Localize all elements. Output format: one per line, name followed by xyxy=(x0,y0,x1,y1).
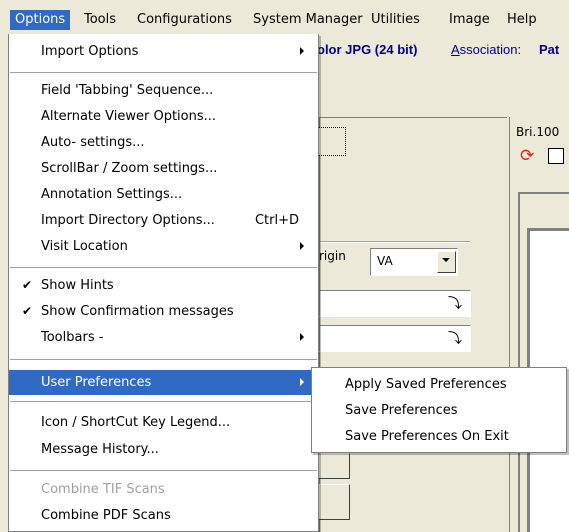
menu-item-combine-tif-scans: Combine TIF Scans xyxy=(9,477,318,502)
menu-item-message-history[interactable]: Message History... xyxy=(9,437,318,462)
panel-button[interactable] xyxy=(318,127,346,156)
submenu-item-apply-saved-preferences[interactable]: Apply Saved Preferences xyxy=(312,372,566,398)
menu-item-show-hints[interactable]: ✔ Show Hints xyxy=(9,273,318,298)
menu-item-show-confirmation-messages[interactable]: ✔ Show Confirmation messages xyxy=(9,299,318,324)
user-preferences-submenu: Apply Saved Preferences Save Preferences… xyxy=(311,367,567,453)
menu-item-label: Field 'Tabbing' Sequence... xyxy=(41,83,214,98)
origin-dropdown-button[interactable] xyxy=(437,251,456,273)
menu-item-label: ScrollBar / Zoom settings... xyxy=(41,161,218,176)
image-type-label: olor JPG (24 bit) xyxy=(317,42,418,57)
submenu-arrow-icon xyxy=(300,47,304,55)
field-2-icon[interactable]: ⤵ xyxy=(448,328,462,348)
menu-item-toolbars[interactable]: Toolbars - xyxy=(9,325,318,350)
menu-item-label: Icon / ShortCut Key Legend... xyxy=(41,415,231,430)
menu-separator xyxy=(10,470,317,471)
menu-item-label: User Preferences xyxy=(41,375,152,390)
submenu-item-save-preferences-on-exit[interactable]: Save Preferences On Exit xyxy=(312,424,566,450)
menu-item-annotation-settings[interactable]: Annotation Settings... xyxy=(9,182,318,207)
menu-help[interactable]: Help xyxy=(502,10,542,30)
options-menu: Import Options Field 'Tabbing' Sequence.… xyxy=(8,34,319,532)
menu-item-label: Auto- settings... xyxy=(41,135,145,150)
submenu-arrow-icon xyxy=(300,378,304,386)
menu-item-label: Show Hints xyxy=(41,278,114,293)
origin-label: rigin xyxy=(319,249,346,263)
menu-separator xyxy=(10,72,317,73)
submenu-arrow-icon xyxy=(300,242,304,250)
field-1-icon[interactable]: ⤵ xyxy=(448,293,462,313)
menu-item-label: Toolbars - xyxy=(41,330,104,345)
menu-image[interactable]: Image xyxy=(444,10,495,30)
menu-configurations[interactable]: Configurations xyxy=(132,10,237,30)
menu-utilities[interactable]: Utilities xyxy=(366,10,425,30)
menu-separator xyxy=(10,401,317,402)
panel-button-2[interactable] xyxy=(318,453,350,479)
refresh-icon[interactable]: ⟳ xyxy=(520,148,534,165)
menu-item-label: Alternate Viewer Options... xyxy=(41,109,217,124)
menu-item-import-directory-options[interactable]: Import Directory Options... Ctrl+D xyxy=(9,208,318,233)
origin-select[interactable]: VA xyxy=(370,248,458,276)
checkmark-icon: ✔ xyxy=(22,278,33,292)
field-1[interactable]: ⤵ xyxy=(319,290,471,317)
menu-separator xyxy=(10,267,317,268)
menu-item-label: Annotation Settings... xyxy=(41,187,183,202)
menu-item-label: Import Directory Options... xyxy=(41,213,215,228)
submenu-arrow-icon xyxy=(300,333,304,341)
panel-button-3[interactable] xyxy=(318,484,350,520)
menu-separator xyxy=(10,359,317,360)
menu-item-alternate-viewer-options[interactable]: Alternate Viewer Options... xyxy=(9,104,318,129)
association-value: Pat xyxy=(539,42,560,57)
menu-item-combine-pdf-scans[interactable]: Combine PDF Scans xyxy=(9,503,318,528)
submenu-item-save-preferences[interactable]: Save Preferences xyxy=(312,398,566,424)
menu-item-label: Combine PDF Scans xyxy=(41,508,171,523)
menu-item-visit-location[interactable]: Visit Location xyxy=(9,234,318,259)
fit-icon[interactable] xyxy=(548,148,564,164)
menu-tools[interactable]: Tools xyxy=(79,10,121,30)
menu-options[interactable]: Options xyxy=(10,10,71,30)
association-label: Association: xyxy=(451,42,522,57)
menu-item-label: Import Options xyxy=(41,44,139,59)
menu-item-label: Combine TIF Scans xyxy=(41,482,165,497)
menu-item-label: Visit Location xyxy=(41,239,128,254)
menu-item-label: Message History... xyxy=(41,442,159,457)
association-label-text: ssociation: xyxy=(459,42,522,57)
menu-item-scrollbar-zoom-settings[interactable]: ScrollBar / Zoom settings... xyxy=(9,156,318,181)
menu-item-import-options[interactable]: Import Options xyxy=(9,39,318,64)
menu-system-manager[interactable]: System Manager xyxy=(248,10,368,30)
menu-item-auto-settings[interactable]: Auto- settings... xyxy=(9,130,318,155)
menu-item-user-preferences[interactable]: User Preferences xyxy=(9,370,318,395)
panel-divider xyxy=(320,242,470,243)
menu-item-field-tabbing-sequence[interactable]: Field 'Tabbing' Sequence... xyxy=(9,78,318,103)
origin-value: VA xyxy=(377,254,393,268)
shortcut-label: Ctrl+D xyxy=(254,213,299,228)
menu-item-icon-shortcut-key-legend[interactable]: Icon / ShortCut Key Legend... xyxy=(9,410,318,435)
menu-item-label: Show Confirmation messages xyxy=(41,304,234,319)
checkmark-icon: ✔ xyxy=(22,304,33,318)
field-2[interactable]: ⤵ xyxy=(319,325,471,352)
menu-bar: Options Tools Configurations System Mana… xyxy=(0,0,569,34)
brightness-label: Bri.100 xyxy=(516,125,560,139)
